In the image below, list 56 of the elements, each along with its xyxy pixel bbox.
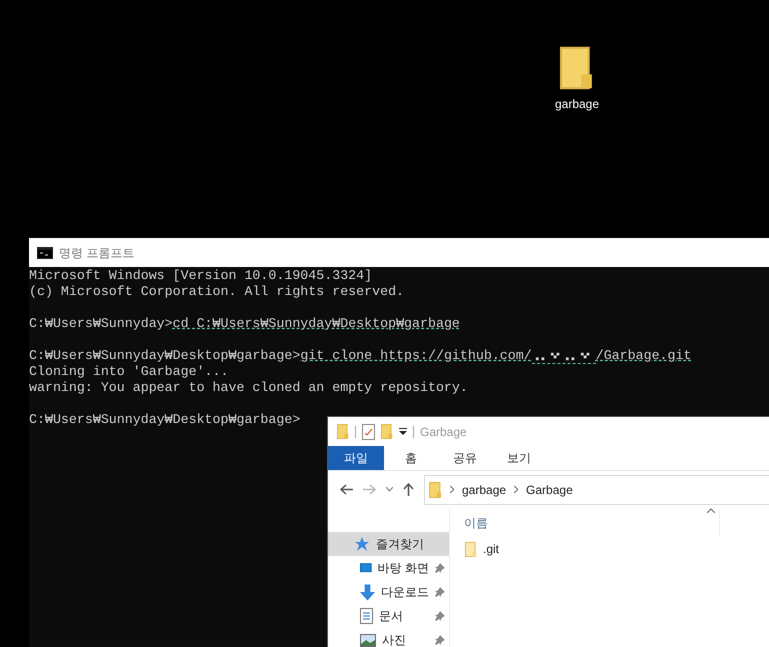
up-arrow-icon[interactable] — [403, 483, 414, 496]
console-command: /Garbage.git — [596, 348, 692, 364]
pin-icon[interactable] — [435, 563, 445, 573]
ribbon-tab[interactable]: 보기 — [492, 446, 546, 470]
console-command: git clone https://github.com/ — [300, 348, 532, 364]
nav-item-label: 사진 — [382, 632, 406, 647]
column-header[interactable]: 이름 — [462, 514, 488, 532]
nav-item-label: 문서 — [379, 608, 403, 625]
nav-item[interactable]: 사진 — [328, 628, 449, 647]
chevron-right-icon — [514, 486, 518, 493]
pin-icon[interactable] — [435, 635, 445, 645]
console-line: warning: You appear to have cloned an empty repository. — [29, 380, 468, 396]
folder-icon — [337, 424, 349, 439]
nav-item-label: 다운로드 — [381, 584, 429, 601]
pin-icon[interactable] — [435, 587, 445, 597]
pin-icon[interactable] — [435, 611, 445, 621]
console-line: C:₩Users₩Sunnyday₩Desktop₩garbage> — [29, 412, 300, 428]
nav-item-label: 바탕 화면 — [378, 560, 429, 577]
file-name: .git — [483, 541, 500, 558]
desktop-icon-label[interactable]: garbage — [554, 95, 600, 113]
picture-icon — [360, 634, 376, 646]
console-line: (c) Microsoft Corporation. All rights reserved. — [29, 284, 404, 300]
back-arrow-icon[interactable] — [340, 484, 353, 495]
folder-icon — [429, 482, 442, 498]
folder-icon — [465, 542, 477, 556]
dropdown-icon[interactable] — [399, 428, 407, 435]
console-icon — [37, 246, 53, 258]
ribbon-tab[interactable]: 홈 — [384, 446, 438, 470]
chevron-right-icon — [450, 486, 454, 493]
breadcrumb-item[interactable]: Garbage — [526, 480, 573, 498]
monitor-icon — [360, 561, 372, 575]
breadcrumb-item[interactable]: garbage — [462, 480, 506, 498]
window-title: 명령 프롬프트 — [59, 244, 134, 262]
console-line: Microsoft Windows [Version 10.0.19045.3324] — [29, 268, 372, 284]
down-arrow-icon — [360, 584, 375, 600]
ribbon-tab[interactable]: 공유 — [438, 446, 492, 470]
chevron-down-icon[interactable] — [386, 487, 393, 492]
nav-item[interactable]: 다운로드 — [328, 580, 449, 604]
star-icon — [354, 536, 370, 552]
console-prompt: C:₩Users₩Sunnyday> — [29, 316, 173, 332]
nav-item[interactable]: 바탕 화면 — [328, 556, 449, 580]
console-prompt: C:₩Users₩Sunnyday₩Desktop₩garbage> — [29, 348, 300, 364]
address-bar[interactable]: garbage Garbage — [424, 474, 769, 504]
nav-item[interactable]: 즐겨찾기 — [328, 532, 449, 556]
sort-caret-icon[interactable] — [707, 508, 715, 513]
folder-icon — [381, 424, 393, 439]
checklist-icon[interactable] — [362, 424, 375, 440]
nav-item-label: 즐겨찾기 — [376, 536, 424, 553]
folder-icon — [560, 46, 594, 90]
nav-item[interactable]: 문서 — [328, 604, 449, 628]
console-line: Cloning into 'Garbage'... — [29, 364, 228, 380]
window-title: Garbage — [420, 424, 467, 440]
ribbon-tab[interactable]: 파일 — [328, 446, 384, 470]
file-row[interactable]: .git — [462, 536, 769, 562]
console-command: cd C:₩Users₩Sunnyday₩Desktop₩garbage — [172, 316, 460, 332]
document-icon — [360, 608, 373, 624]
